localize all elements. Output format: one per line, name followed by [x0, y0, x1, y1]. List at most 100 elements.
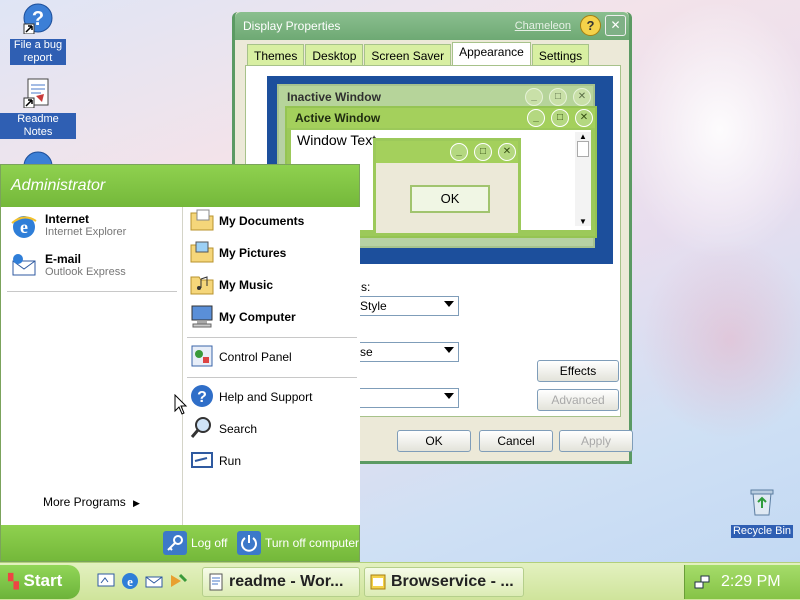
- select-value: se: [360, 345, 373, 359]
- effects-button[interactable]: Effects: [537, 360, 619, 382]
- places-help-and-support[interactable]: ? Help and Support: [189, 383, 355, 413]
- task-label: readme - Wor...: [229, 573, 344, 590]
- minimize-icon: _: [525, 88, 543, 106]
- pinned-title: Internet: [45, 212, 90, 226]
- start-menu-places: My Documents My Pictures My Music My Com…: [182, 207, 360, 525]
- tab-appearance[interactable]: Appearance: [452, 42, 531, 66]
- places-my-computer[interactable]: My Computer: [189, 303, 355, 333]
- places-search[interactable]: Search: [189, 415, 355, 445]
- media-player-icon[interactable]: [168, 571, 188, 591]
- desktop-icon-recycle-bin[interactable]: Recycle Bin: [724, 486, 800, 538]
- desktop-icon-readme-notes[interactable]: Readme Notes: [0, 76, 76, 139]
- preview-active-titlebar: Active Window _ □ ✕: [287, 108, 595, 128]
- control-panel-icon: [191, 345, 213, 367]
- arrow-right-icon: ▶: [133, 498, 140, 508]
- turn-off-label: Turn off computer: [265, 536, 360, 550]
- pinned-email[interactable]: E-mail Outlook Express: [7, 249, 177, 283]
- preview-active-title: Active Window: [295, 111, 381, 125]
- preview-message-titlebar: _ □ ✕: [376, 141, 518, 163]
- start-menu: Administrator e Internet Internet Explor…: [0, 164, 360, 562]
- close-icon: ✕: [575, 109, 593, 127]
- document-icon: [209, 573, 223, 591]
- windows-flag-icon: ▚: [8, 573, 19, 589]
- pinned-internet[interactable]: e Internet Internet Explorer: [7, 209, 177, 243]
- desktop-icon-file-a-bug[interactable]: ? File a bug report: [0, 2, 76, 65]
- preview-message-box: _ □ ✕ OK: [373, 138, 521, 236]
- internet-explorer-icon: e: [11, 216, 37, 238]
- pinned-title: E-mail: [45, 252, 82, 266]
- advanced-button[interactable]: Advanced: [537, 389, 619, 411]
- mouse-cursor-icon: [174, 394, 188, 415]
- maximize-icon: □: [549, 88, 567, 106]
- internet-explorer-icon[interactable]: e: [120, 571, 140, 591]
- scroll-up-icon: ▲: [579, 132, 587, 141]
- turn-off-button[interactable]: Turn off computer: [237, 529, 359, 557]
- folder-music-icon: [190, 276, 214, 295]
- places-run[interactable]: Run: [189, 447, 355, 477]
- document-icon: [23, 78, 49, 109]
- places-label: Run: [219, 454, 242, 468]
- folder-pictures-icon: [190, 241, 214, 263]
- minimize-icon: _: [527, 109, 545, 127]
- task-label: Browservice - ...: [391, 573, 514, 590]
- preview-scrollbar: ▲ ▼: [575, 132, 591, 226]
- desktop-icon-label: Recycle Bin: [730, 525, 794, 538]
- scroll-down-icon: ▼: [579, 217, 587, 226]
- pinned-subtitle: Outlook Express: [45, 266, 126, 278]
- close-icon: ✕: [498, 143, 516, 161]
- start-label: Start: [23, 571, 63, 590]
- desktop-glow: [640, 240, 800, 440]
- field-label: s:: [361, 280, 371, 294]
- close-icon: ✕: [573, 88, 591, 106]
- font-size-select[interactable]: [355, 388, 459, 408]
- preview-inactive-title: Inactive Window: [287, 90, 381, 104]
- log-off-button[interactable]: Log off: [163, 529, 229, 557]
- clock[interactable]: 2:29 PM: [721, 573, 781, 591]
- power-icon: [237, 531, 261, 555]
- close-button[interactable]: ✕: [605, 15, 626, 36]
- help-button[interactable]: ?: [580, 15, 601, 36]
- preview-ok-button: OK: [410, 185, 490, 213]
- places-label: Help and Support: [219, 390, 313, 404]
- divider: [187, 337, 357, 338]
- outlook-express-icon[interactable]: [144, 571, 164, 591]
- windows-and-buttons-select[interactable]: Style: [355, 296, 459, 316]
- taskbar: ▚ Start e readme - Wor... Browservice - …: [0, 562, 800, 600]
- preview-window-text: Window Text: [297, 132, 377, 148]
- help-icon: ?: [191, 385, 213, 407]
- cancel-button[interactable]: Cancel: [479, 430, 553, 452]
- desktop-glow: [620, 0, 800, 260]
- show-desktop-icon[interactable]: [96, 571, 116, 591]
- start-menu-footer: Log off Turn off computer: [1, 525, 359, 561]
- scroll-thumb: [577, 141, 589, 157]
- folder-documents-icon: [190, 209, 214, 231]
- more-programs-button[interactable]: More Programs ▶: [43, 495, 140, 509]
- desktop-icon-label: File a bug report: [10, 39, 66, 65]
- places-my-pictures[interactable]: My Pictures: [189, 239, 355, 269]
- places-control-panel[interactable]: Control Panel: [189, 343, 355, 373]
- chooser-link[interactable]: Chameleon: [515, 20, 571, 32]
- svg-text:?: ?: [197, 389, 207, 406]
- taskbar-task-readme[interactable]: readme - Wor...: [202, 567, 360, 597]
- network-icon[interactable]: [693, 573, 711, 591]
- color-scheme-select[interactable]: se: [355, 342, 459, 362]
- more-programs-label: More Programs: [43, 495, 126, 509]
- places-label: My Computer: [219, 310, 296, 324]
- places-my-music[interactable]: My Music: [189, 271, 355, 301]
- maximize-icon: □: [474, 143, 492, 161]
- taskbar-task-browservice[interactable]: Browservice - ...: [364, 567, 524, 597]
- maximize-icon: □: [551, 109, 569, 127]
- apply-button[interactable]: Apply: [559, 430, 633, 452]
- places-label: Control Panel: [219, 350, 292, 364]
- pinned-subtitle: Internet Explorer: [45, 226, 127, 238]
- places-label: Search: [219, 422, 258, 436]
- window-titlebar[interactable]: Display Properties Chameleon ? ✕: [235, 12, 629, 40]
- ok-button[interactable]: OK: [397, 430, 471, 452]
- svg-text:e: e: [20, 217, 28, 237]
- start-button[interactable]: ▚ Start: [0, 565, 80, 599]
- places-my-documents[interactable]: My Documents: [189, 207, 355, 237]
- user-name: Administrator: [11, 177, 106, 194]
- select-value: Style: [360, 299, 387, 313]
- window-icon: [370, 574, 386, 590]
- help-globe-icon: ?: [23, 3, 53, 35]
